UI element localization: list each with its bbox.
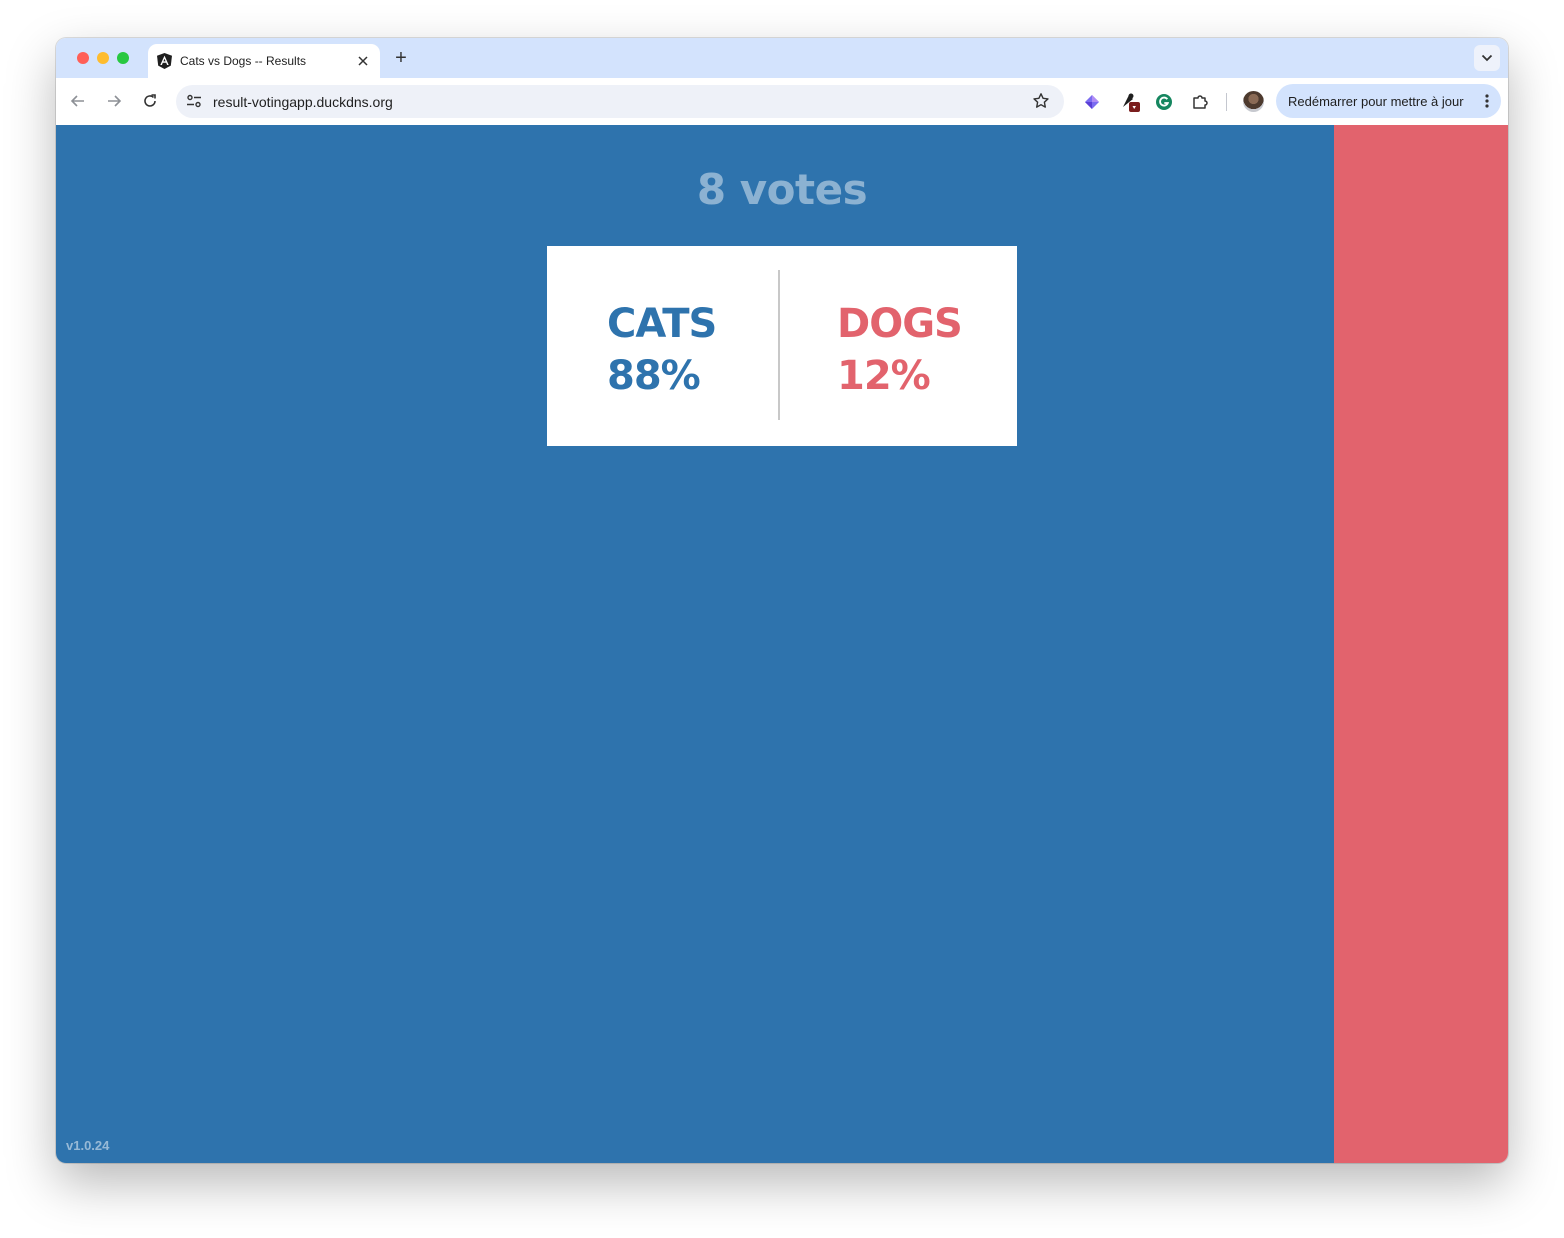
puzzle-extensions-icon[interactable] <box>1189 91 1211 113</box>
browser-window: Cats vs Dogs -- Results + result-votinga… <box>56 38 1508 1163</box>
results-page: 8 votes CATS 88% DOGS 12% v1.0.24 <box>56 125 1508 1163</box>
update-button-label: Redémarrer pour mettre à jour <box>1288 94 1464 109</box>
tab-strip: Cats vs Dogs -- Results + <box>56 38 1508 78</box>
new-tab-button[interactable]: + <box>390 47 412 69</box>
angular-logo-icon <box>157 53 172 69</box>
grammarly-icon[interactable] <box>1153 91 1175 113</box>
version-label: v1.0.24 <box>66 1138 110 1153</box>
minimize-window-button[interactable] <box>97 52 109 64</box>
back-arrow-icon[interactable] <box>66 89 90 113</box>
result-card: CATS 88% DOGS 12% <box>547 246 1017 446</box>
cats-percent: 88% <box>607 353 701 399</box>
url-text[interactable]: result-votingapp.duckdns.org <box>213 94 393 110</box>
extension-gem-icon[interactable] <box>1081 91 1103 113</box>
dogs-share-background <box>1333 125 1508 1163</box>
close-icon[interactable] <box>354 52 372 70</box>
restart-update-button[interactable]: Redémarrer pour mettre à jour <box>1276 84 1501 118</box>
browser-toolbar: result-votingapp.duckdns.org Redémarrer <box>56 78 1508 126</box>
forward-arrow-icon[interactable] <box>102 89 126 113</box>
avatar[interactable] <box>1243 91 1264 112</box>
cats-label: CATS <box>607 301 717 347</box>
result-divider <box>778 270 780 420</box>
tab-title: Cats vs Dogs -- Results <box>180 54 307 68</box>
maximize-window-button[interactable] <box>117 52 129 64</box>
toolbar-separator <box>1226 93 1227 111</box>
cats-result: CATS 88% <box>607 298 717 402</box>
kebab-menu-icon[interactable] <box>1485 94 1489 108</box>
vote-count: 8 votes <box>696 165 868 214</box>
extension-pin-icon[interactable] <box>1119 91 1141 113</box>
dogs-result: DOGS 12% <box>837 298 963 402</box>
site-settings-icon[interactable] <box>186 93 202 109</box>
reload-icon[interactable] <box>138 89 162 113</box>
address-bar[interactable]: result-votingapp.duckdns.org <box>176 85 1064 118</box>
bookmark-star-icon[interactable] <box>1032 92 1050 110</box>
dogs-percent: 12% <box>837 353 931 399</box>
tab-active[interactable]: Cats vs Dogs -- Results <box>148 44 380 78</box>
chevron-down-icon[interactable] <box>1474 45 1500 71</box>
close-window-button[interactable] <box>77 52 89 64</box>
dogs-label: DOGS <box>837 301 963 347</box>
